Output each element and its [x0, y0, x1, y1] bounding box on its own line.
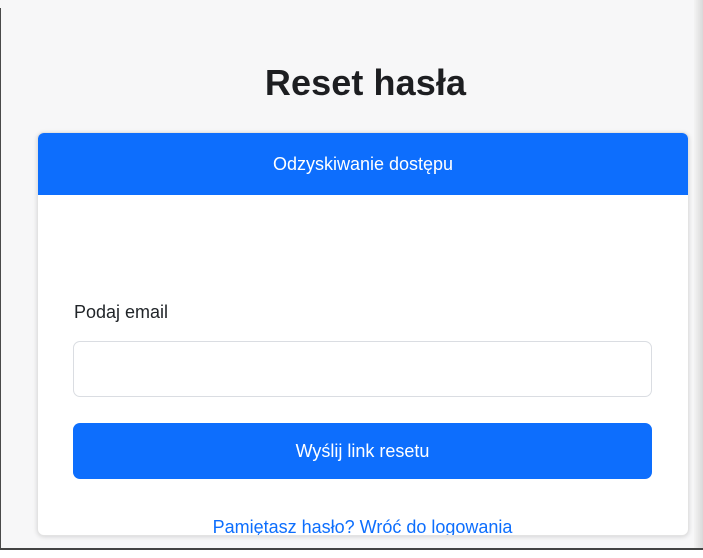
window-right-edge — [694, 0, 703, 558]
password-reset-card: Odzyskiwanie dostępu Podaj email Wyślij … — [37, 132, 689, 536]
card-body: Podaj email Wyślij link resetu Pamiętasz… — [38, 195, 688, 535]
page-title: Reset hasła — [264, 62, 467, 104]
page-background: Reset hasła Odzyskiwanie dostępu Podaj e… — [0, 0, 703, 558]
back-to-login-link[interactable]: Pamiętasz hasło? Wróć do logowania — [73, 515, 652, 535]
send-reset-link-button[interactable]: Wyślij link resetu — [73, 423, 652, 479]
window-bottom-edge — [0, 548, 703, 558]
email-label: Podaj email — [74, 302, 169, 322]
email-input[interactable] — [73, 341, 652, 397]
card-header: Odzyskiwanie dostępu — [38, 133, 688, 195]
